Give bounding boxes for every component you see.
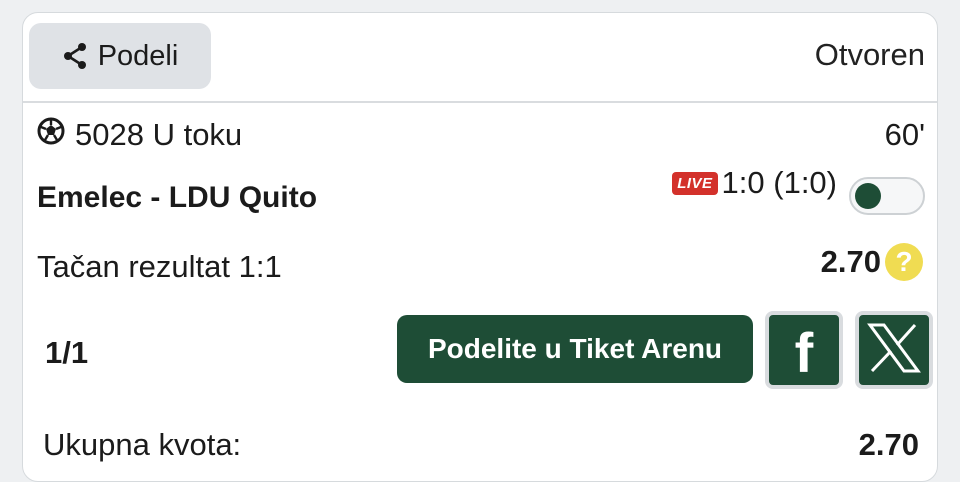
facebook-icon: f xyxy=(794,321,814,384)
match-info-row: 5028 U toku 60' xyxy=(37,117,925,157)
match-teams: Emelec - LDU Quito xyxy=(37,181,318,214)
ticket-card: Podeli Otvoren 5028 U toku 60' Emelec - … xyxy=(22,12,938,482)
share-button[interactable]: Podeli xyxy=(29,23,211,89)
live-score: LIVE 1:0 (1:0) xyxy=(672,165,837,201)
market-row: Tačan rezultat 1:1 2.70 ? xyxy=(37,241,925,291)
ticket-status: Otvoren xyxy=(814,37,925,72)
x-icon xyxy=(867,323,921,378)
score-text: 1:0 (1:0) xyxy=(721,165,837,200)
odds-group: 2.70 ? xyxy=(821,243,923,281)
toggle-knob xyxy=(855,183,881,209)
share-to-arena-button[interactable]: Podelite u Tiket Arenu xyxy=(397,315,753,383)
x-share-button[interactable] xyxy=(855,311,933,389)
soccer-ball-icon xyxy=(37,117,65,153)
share-label: Podeli xyxy=(97,39,179,72)
share-icon xyxy=(62,42,88,70)
facebook-share-button[interactable]: f xyxy=(765,311,843,389)
total-odds-value: 2.70 xyxy=(858,427,919,462)
match-id: 5028 U toku xyxy=(37,117,242,153)
bet-odds: 2.70 xyxy=(820,244,881,279)
ticket-header: Podeli Otvoren xyxy=(23,13,937,103)
live-toggle[interactable] xyxy=(849,177,925,215)
bet-market: Tačan rezultat 1:1 xyxy=(37,249,282,284)
total-odds-row: Ukupna kvota: 2.70 xyxy=(37,419,925,469)
help-icon[interactable]: ? xyxy=(885,243,923,281)
total-odds-label: Ukupna kvota: xyxy=(43,427,242,462)
match-minute: 60' xyxy=(884,117,925,152)
teams-row: Emelec - LDU Quito LIVE 1:0 (1:0) xyxy=(37,165,925,225)
ticket-count: 1/1 xyxy=(45,335,89,370)
actions-row: 1/1 Podelite u Tiket Arenu f xyxy=(37,303,933,403)
match-id-text: 5028 U toku xyxy=(75,117,243,152)
live-badge: LIVE xyxy=(672,171,718,195)
